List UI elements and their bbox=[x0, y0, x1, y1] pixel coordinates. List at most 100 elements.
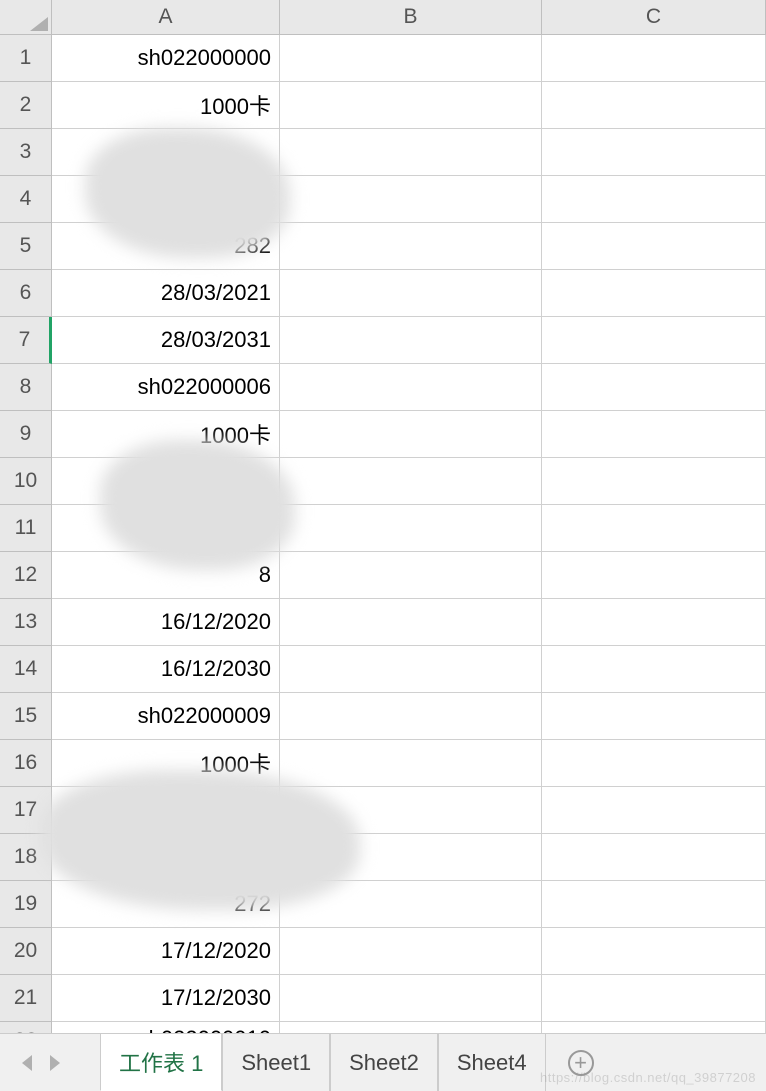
cell[interactable] bbox=[280, 223, 542, 270]
cell[interactable] bbox=[280, 834, 542, 881]
sheet-tab[interactable]: Sheet2 bbox=[330, 1034, 438, 1091]
cell[interactable]: 28/03/2021 bbox=[52, 270, 280, 317]
row-header[interactable]: 13 bbox=[0, 599, 52, 646]
cell[interactable] bbox=[542, 317, 766, 364]
cell[interactable]: 282 bbox=[52, 223, 280, 270]
row-header[interactable]: 11 bbox=[0, 505, 52, 552]
table-row: 728/03/2031 bbox=[0, 317, 766, 364]
sheet-tab[interactable]: Sheet1 bbox=[222, 1034, 330, 1091]
row-header[interactable]: 5 bbox=[0, 223, 52, 270]
cell[interactable]: 17/12/2030 bbox=[52, 975, 280, 1022]
cell[interactable] bbox=[542, 740, 766, 787]
row-header[interactable]: 20 bbox=[0, 928, 52, 975]
cell[interactable] bbox=[280, 176, 542, 223]
row-header[interactable]: 6 bbox=[0, 270, 52, 317]
cell[interactable] bbox=[542, 82, 766, 129]
row-header[interactable]: 18 bbox=[0, 834, 52, 881]
cell[interactable] bbox=[52, 505, 280, 552]
cell[interactable] bbox=[542, 458, 766, 505]
cell[interactable] bbox=[542, 928, 766, 975]
cell[interactable] bbox=[542, 176, 766, 223]
sheet-tab[interactable]: Sheet4 bbox=[438, 1034, 546, 1091]
cell[interactable] bbox=[280, 35, 542, 82]
cell[interactable] bbox=[542, 364, 766, 411]
cell[interactable] bbox=[542, 881, 766, 928]
row-header[interactable]: 12 bbox=[0, 552, 52, 599]
cell[interactable] bbox=[280, 552, 542, 599]
cell[interactable] bbox=[280, 270, 542, 317]
cell[interactable] bbox=[280, 505, 542, 552]
cell[interactable] bbox=[542, 505, 766, 552]
cell[interactable] bbox=[542, 270, 766, 317]
cell[interactable]: sh022000006 bbox=[52, 364, 280, 411]
cell[interactable] bbox=[280, 599, 542, 646]
cell[interactable]: 17/12/2020 bbox=[52, 928, 280, 975]
cell[interactable] bbox=[542, 223, 766, 270]
cell[interactable] bbox=[542, 599, 766, 646]
cell[interactable] bbox=[280, 787, 542, 834]
spreadsheet-body: 1sh02200000021000卡345282628/03/2021728/0… bbox=[0, 35, 766, 1060]
cell[interactable] bbox=[542, 129, 766, 176]
cell[interactable]: 272 bbox=[52, 881, 280, 928]
cell[interactable] bbox=[52, 176, 280, 223]
row-header[interactable]: 1 bbox=[0, 35, 52, 82]
row-header[interactable]: 3 bbox=[0, 129, 52, 176]
cell[interactable] bbox=[280, 928, 542, 975]
row-header[interactable]: 14 bbox=[0, 646, 52, 693]
cell[interactable]: sh022000000 bbox=[52, 35, 280, 82]
row-header[interactable]: 17 bbox=[0, 787, 52, 834]
cell[interactable] bbox=[280, 740, 542, 787]
cell[interactable]: 8 bbox=[52, 552, 280, 599]
cell[interactable] bbox=[280, 975, 542, 1022]
row-header[interactable]: 10 bbox=[0, 458, 52, 505]
col-header-A[interactable]: A bbox=[52, 0, 280, 35]
cell[interactable] bbox=[52, 787, 280, 834]
cell[interactable] bbox=[52, 458, 280, 505]
cell[interactable] bbox=[542, 411, 766, 458]
row-header[interactable]: 19 bbox=[0, 881, 52, 928]
row-header[interactable]: 9 bbox=[0, 411, 52, 458]
col-header-C[interactable]: C bbox=[542, 0, 766, 35]
cell[interactable] bbox=[280, 364, 542, 411]
cell[interactable] bbox=[280, 129, 542, 176]
cell[interactable] bbox=[280, 317, 542, 364]
cell[interactable] bbox=[542, 552, 766, 599]
cell[interactable]: 1000卡 bbox=[52, 82, 280, 129]
cell[interactable] bbox=[280, 82, 542, 129]
row-header[interactable]: 15 bbox=[0, 693, 52, 740]
row-header[interactable]: 2 bbox=[0, 82, 52, 129]
row-header[interactable]: 8 bbox=[0, 364, 52, 411]
sheet-nav-prev-icon[interactable] bbox=[22, 1055, 32, 1071]
cell[interactable] bbox=[52, 834, 280, 881]
table-row: 19272 bbox=[0, 881, 766, 928]
cell[interactable] bbox=[280, 881, 542, 928]
col-header-B[interactable]: B bbox=[280, 0, 542, 35]
cell[interactable] bbox=[280, 411, 542, 458]
table-row: 10 bbox=[0, 458, 766, 505]
cell[interactable] bbox=[542, 693, 766, 740]
cell[interactable] bbox=[542, 646, 766, 693]
cell[interactable] bbox=[52, 129, 280, 176]
cell[interactable] bbox=[280, 458, 542, 505]
cell[interactable]: 28/03/2031 bbox=[52, 317, 280, 364]
row-header[interactable]: 4 bbox=[0, 176, 52, 223]
row-header[interactable]: 21 bbox=[0, 975, 52, 1022]
row-header[interactable]: 16 bbox=[0, 740, 52, 787]
cell[interactable] bbox=[542, 834, 766, 881]
cell[interactable] bbox=[542, 975, 766, 1022]
sheet-tab[interactable]: 工作表 1 bbox=[100, 1034, 222, 1091]
cell[interactable] bbox=[542, 35, 766, 82]
cell[interactable] bbox=[542, 787, 766, 834]
cell[interactable]: 16/12/2030 bbox=[52, 646, 280, 693]
cell[interactable]: 1000卡 bbox=[52, 411, 280, 458]
row-header[interactable]: 7 bbox=[0, 317, 52, 364]
cell[interactable]: 1000卡 bbox=[52, 740, 280, 787]
cell[interactable] bbox=[280, 646, 542, 693]
table-row: 18 bbox=[0, 834, 766, 881]
cell[interactable]: sh022000009 bbox=[52, 693, 280, 740]
select-all-corner[interactable] bbox=[0, 0, 52, 35]
table-row: 91000卡 bbox=[0, 411, 766, 458]
cell[interactable]: 16/12/2020 bbox=[52, 599, 280, 646]
sheet-nav-next-icon[interactable] bbox=[50, 1055, 60, 1071]
cell[interactable] bbox=[280, 693, 542, 740]
